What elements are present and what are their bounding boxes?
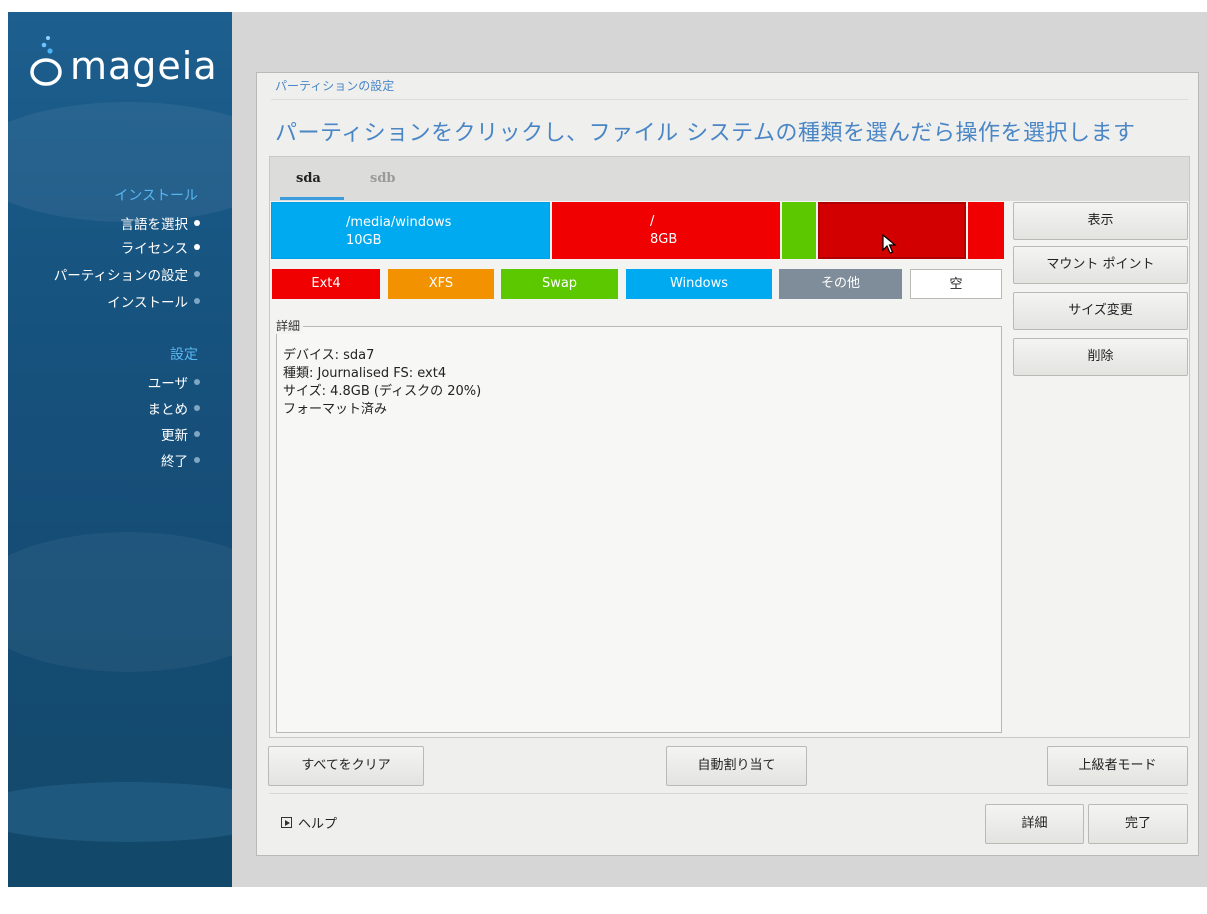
help-expander[interactable]: ヘルプ <box>281 813 337 832</box>
partition-windows[interactable]: /media/windows 10GB <box>271 202 550 259</box>
nav-item-partitioning: パーティションの設定 <box>54 264 200 284</box>
mageia-cauldron-icon <box>30 36 62 86</box>
status-dot <box>194 405 200 411</box>
detail-type: 種類: Journalised FS: ext4 <box>283 366 447 381</box>
details-button[interactable]: 詳細 <box>985 804 1084 844</box>
mouse-pointer-icon <box>882 234 897 254</box>
disk-content: /media/windows 10GB / 8GB Ext4 XFS Swap … <box>269 201 1190 738</box>
dialog-title: パーティションの設定 <box>275 79 395 93</box>
tab-sda[interactable]: sda <box>296 171 321 186</box>
partition-mount: / <box>650 214 655 229</box>
legend-swap[interactable]: Swap <box>501 269 618 299</box>
nav-section-install: インストール <box>114 188 198 204</box>
nav-item-install: インストール <box>107 291 200 311</box>
partition-ext4[interactable] <box>968 202 1004 259</box>
partition-size: 8GB <box>650 232 678 247</box>
nav-item-label: 終了 <box>161 454 188 470</box>
mageia-logo: mageia <box>26 32 217 96</box>
expand-triangle-icon <box>281 817 292 828</box>
legend-xfs[interactable]: XFS <box>388 269 494 299</box>
page-heading: パーティションをクリックし、ファイル システムの種類を選んだら操作を選択します <box>275 121 1136 146</box>
nav-item-label: 言語を選択 <box>120 217 189 233</box>
detail-device: デバイス: sda7 <box>283 348 375 363</box>
status-dot <box>194 271 200 277</box>
expert-mode-button[interactable]: 上級者モード <box>1047 746 1188 786</box>
status-dot <box>194 379 200 385</box>
detail-formatted: フォーマット済み <box>283 402 388 417</box>
done-button[interactable]: 完了 <box>1088 804 1188 844</box>
active-tab-indicator <box>280 197 344 200</box>
nav-item-updates: 更新 <box>161 424 200 444</box>
filesystem-legend: Ext4 XFS Swap Windows その他 空 <box>270 269 1005 301</box>
title-divider <box>271 99 1188 100</box>
status-dot <box>194 431 200 437</box>
sidebar-wave <box>8 782 232 842</box>
disk-tabs: sda sdb <box>269 156 1190 202</box>
nav-item-label: ユーザ <box>147 376 188 392</box>
detail-size: サイズ: 4.8GB (ディスクの 20%) <box>283 384 482 399</box>
details-label: 詳細 <box>276 317 304 334</box>
auto-allocate-button[interactable]: 自動割り当て <box>666 746 807 786</box>
tab-sdb[interactable]: sdb <box>370 171 396 186</box>
status-dot <box>194 457 200 463</box>
legend-empty[interactable]: 空 <box>910 269 1002 299</box>
partitioning-dialog: パーティションの設定 パーティションをクリックし、ファイル システムの種類を選ん… <box>256 72 1199 856</box>
help-label: ヘルプ <box>298 817 338 832</box>
nav-item-label: ライセンス <box>120 241 188 257</box>
nav-item-license: ライセンス <box>121 237 200 257</box>
resize-button[interactable]: サイズ変更 <box>1013 292 1188 330</box>
installer-sidebar: mageia インストール 言語を選択 ライセンス パーティションの設定 インス… <box>8 12 232 887</box>
nav-section-config: 設定 <box>170 347 198 363</box>
partition-root[interactable]: / 8GB <box>552 202 780 259</box>
legend-other[interactable]: その他 <box>779 269 902 299</box>
clear-all-button[interactable]: すべてをクリア <box>268 746 424 786</box>
legend-windows[interactable]: Windows <box>626 269 772 299</box>
nav-item-label: インストール <box>107 295 188 311</box>
legend-ext4[interactable]: Ext4 <box>272 269 380 299</box>
nav-item-summary: まとめ <box>147 398 200 418</box>
mount-point-button[interactable]: マウント ポイント <box>1013 246 1188 284</box>
partition-swap[interactable] <box>782 202 816 259</box>
status-dot <box>194 244 200 250</box>
footer-divider <box>269 793 1188 794</box>
view-button[interactable]: 表示 <box>1013 202 1188 240</box>
nav-item-label: 更新 <box>161 428 188 444</box>
status-dot <box>194 298 200 304</box>
partition-mount: /media/windows <box>346 215 452 230</box>
sidebar-wave <box>8 532 232 672</box>
nav-item-label: まとめ <box>147 402 189 418</box>
brand-name: mageia <box>70 44 218 88</box>
partition-size: 10GB <box>346 233 382 248</box>
details-panel: デバイス: sda7 種類: Journalised FS: ext4 サイズ:… <box>276 326 1002 733</box>
nav-item-user: ユーザ <box>148 372 200 392</box>
nav-item-language: 言語を選択 <box>120 213 200 233</box>
delete-button[interactable]: 削除 <box>1013 338 1188 376</box>
nav-item-exit: 終了 <box>161 450 200 470</box>
status-dot <box>194 220 200 226</box>
nav-item-label: パーティションの設定 <box>53 268 188 284</box>
